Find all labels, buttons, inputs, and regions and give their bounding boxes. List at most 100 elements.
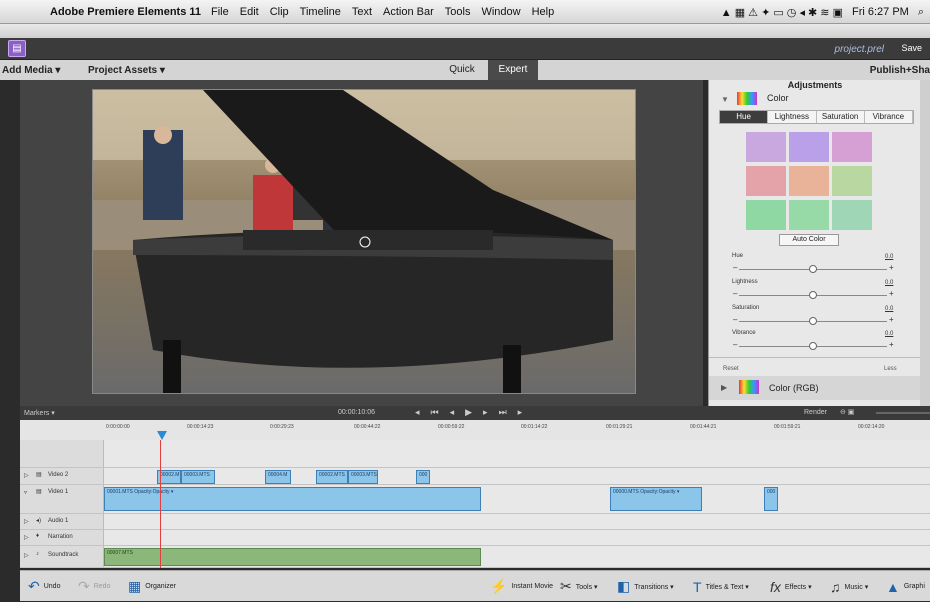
hue-preset-thumb[interactable] (832, 166, 872, 196)
hue-preset-thumb[interactable] (746, 200, 786, 230)
hue-preset-thumb[interactable] (746, 166, 786, 196)
ruler-tick-label: 00:01:44:21 (690, 424, 717, 430)
video-preview[interactable] (92, 89, 636, 394)
spotlight-icon[interactable]: ⌕ (918, 6, 924, 19)
mode-bar: Add Media ▾ Project Assets ▾ Quick Exper… (0, 60, 930, 80)
clip[interactable]: 000 (764, 487, 778, 511)
adjustments-title: Adjustments (787, 80, 843, 90)
menu-tools[interactable]: Tools (445, 6, 471, 18)
menu-edit[interactable]: Edit (240, 6, 259, 18)
undo-button[interactable]: ↶ Undo (28, 571, 60, 602)
tab-lightness[interactable]: Lightness (768, 111, 817, 123)
menu-file[interactable]: File (211, 6, 229, 18)
zoom-icon[interactable]: ⊖ ▣ (840, 408, 854, 416)
hue-preset-thumb[interactable] (789, 166, 829, 196)
saturation-slider-knob[interactable] (809, 317, 817, 325)
menu-window[interactable]: Window (481, 6, 520, 18)
titles-text-icon: T (693, 578, 702, 595)
expand-track-icon[interactable]: ▷ (24, 534, 29, 541)
adjustments-panel: Adjustments ▼ Color Hue Lightness Satura… (708, 80, 921, 406)
tab-vibrance[interactable]: Vibrance (864, 111, 913, 123)
tab-quick[interactable]: Quick (442, 60, 482, 80)
effects-button[interactable]: fx Effects ▾ (770, 571, 812, 602)
hue-slider-value[interactable]: 0.0 (885, 254, 893, 260)
track-header-video-1: ▿ ▤ Video 1 (20, 485, 104, 513)
expand-track-icon[interactable]: ▷ (24, 472, 29, 479)
graphics-label: Graphi (903, 583, 925, 590)
clip[interactable]: 00003.MTS (348, 470, 378, 484)
organizer-label: Organizer (145, 583, 176, 590)
lightness-plus-icon[interactable]: + (889, 289, 894, 298)
clip[interactable]: 00002.MTS (316, 470, 348, 484)
playhead-handle[interactable] (157, 431, 167, 440)
tab-expert[interactable]: Expert (488, 60, 538, 80)
collapse-track-icon[interactable]: ▿ (24, 489, 27, 496)
vibrance-slider-value[interactable]: 0.0 (885, 331, 893, 337)
publish-share-button[interactable]: Publish+Sha (870, 65, 930, 76)
hue-preset-thumb[interactable] (832, 200, 872, 230)
track-video-2: ▷ ▤ Video 2 00002.M 00003.MTS 00004.M 00… (20, 468, 930, 485)
save-button[interactable]: Save (901, 43, 922, 53)
transport-controls[interactable]: ◂⏮◂▶▸⏭▸ (415, 407, 533, 418)
tab-saturation[interactable]: Saturation (816, 111, 865, 123)
app-logo-icon[interactable]: ▤ (8, 40, 26, 57)
right-panel-strip[interactable] (920, 80, 930, 406)
vibrance-minus-icon[interactable]: – (733, 340, 737, 349)
lightness-slider-knob[interactable] (809, 291, 817, 299)
menu-text[interactable]: Text (352, 6, 372, 18)
tab-hue[interactable]: Hue (720, 111, 769, 123)
zoom-slider[interactable] (876, 412, 930, 414)
status-icons[interactable]: ▲ ▦ ⚠ ✦ ▭ ◷ ◂ ✱ ≋ ▣ (721, 6, 843, 19)
saturation-minus-icon[interactable]: – (733, 315, 737, 324)
saturation-slider-value[interactable]: 0.0 (885, 306, 893, 312)
hue-preset-thumb[interactable] (746, 132, 786, 162)
hue-slider-knob[interactable] (809, 265, 817, 273)
add-media-button[interactable]: Add Media ▾ (2, 65, 60, 76)
clock[interactable]: Fri 6:27 PM (852, 6, 909, 18)
expand-track-icon[interactable]: ▷ (24, 552, 29, 559)
color-section-label: Color (767, 93, 789, 103)
ruler-tick-label: 00:01:59:21 (774, 424, 801, 430)
redo-button[interactable]: ↷ Redo (78, 571, 110, 602)
hue-preset-thumb[interactable] (789, 200, 829, 230)
auto-color-button[interactable]: Auto Color (779, 234, 839, 246)
divider (709, 357, 921, 358)
vibrance-slider-knob[interactable] (809, 342, 817, 350)
hue-preset-thumb[interactable] (789, 132, 829, 162)
lightness-slider-value[interactable]: 0.0 (885, 280, 893, 286)
reset-button[interactable]: Reset (723, 366, 739, 372)
saturation-plus-icon[interactable]: + (889, 315, 894, 324)
less-button[interactable]: Less (884, 366, 897, 372)
instant-movie-button[interactable]: ⚡ Instant Movie (490, 571, 553, 602)
render-button[interactable]: Render (804, 409, 827, 416)
hue-plus-icon[interactable]: + (889, 263, 894, 272)
project-assets-button[interactable]: Project Assets ▾ (88, 65, 165, 76)
menu-help[interactable]: Help (532, 6, 555, 18)
music-icon: ♫ (830, 578, 841, 595)
clip[interactable]: 00004.M (265, 470, 291, 484)
lightness-minus-icon[interactable]: – (733, 289, 737, 298)
menu-action-bar[interactable]: Action Bar (383, 6, 434, 18)
graphics-button[interactable]: ▲ Graphi (886, 571, 925, 602)
titles-text-button[interactable]: T Titles & Text ▾ (693, 571, 749, 602)
hue-minus-icon[interactable]: – (733, 263, 737, 272)
timeline-ruler[interactable]: 0:00:00:00 00:00:14:23 0:00:29:23 00:00:… (20, 420, 930, 440)
clip[interactable]: 00000.MTS Opacity:Opacity ▾ (610, 487, 702, 511)
organizer-button[interactable]: ▦ Organizer (128, 571, 176, 602)
expand-track-icon[interactable]: ▷ (24, 518, 29, 525)
hue-preset-thumb[interactable] (832, 132, 872, 162)
app-name-menu[interactable]: Adobe Premiere Elements 11 (50, 6, 201, 18)
collapse-chevron-icon[interactable]: ▼ (721, 95, 729, 104)
menu-clip[interactable]: Clip (270, 6, 289, 18)
clip[interactable]: 00003.MTS (181, 470, 215, 484)
tools-button[interactable]: ✂ Tools ▾ (560, 571, 598, 602)
markers-menu[interactable]: Markers ▾ (24, 409, 55, 417)
expand-chevron-icon[interactable]: ▶ (721, 383, 727, 392)
transitions-button[interactable]: ◧ Transitions ▾ (617, 571, 674, 602)
music-button[interactable]: ♫ Music ▾ (830, 571, 868, 602)
clip[interactable]: 000 (416, 470, 430, 484)
menu-timeline[interactable]: Timeline (300, 6, 341, 18)
undo-label: Undo (43, 583, 61, 590)
vibrance-plus-icon[interactable]: + (889, 340, 894, 349)
color-rgb-swatch-icon (739, 380, 759, 394)
